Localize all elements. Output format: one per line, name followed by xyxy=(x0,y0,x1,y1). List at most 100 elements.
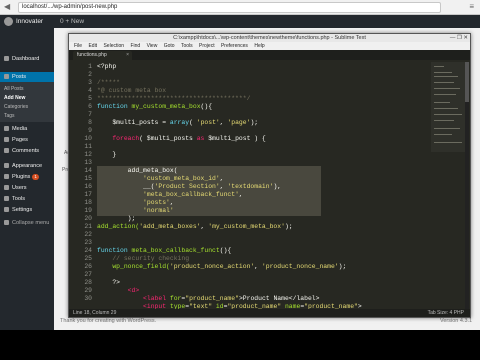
code-token: , xyxy=(238,191,243,198)
scrollbar-thumb[interactable] xyxy=(465,62,469,102)
minimap[interactable] xyxy=(431,62,465,152)
code-token: 'custom_meta_box_id' xyxy=(143,175,220,182)
media-icon xyxy=(4,126,9,132)
code-token: for xyxy=(169,295,182,302)
code-line: wp_nonce_field('product_nonce_action', '… xyxy=(97,262,346,272)
admin-bar-new-link[interactable]: 0 + New xyxy=(60,16,84,27)
code-token: <label xyxy=(97,295,170,302)
submenu-categories[interactable]: Categories xyxy=(4,103,28,111)
code-token: meta_box_callback_funct xyxy=(131,247,220,254)
close-icon[interactable]: × xyxy=(126,51,129,60)
collapse-menu-button[interactable]: Collapse menu xyxy=(0,218,54,229)
code-token: $multi_posts = xyxy=(97,119,170,126)
arrow-left-icon[interactable]: ◀ xyxy=(4,2,10,11)
minimap-line xyxy=(434,88,460,90)
sidebar-item-users[interactable]: Users xyxy=(0,183,54,194)
code-token: $multi_post ) { xyxy=(204,135,266,142)
window-controls[interactable]: — ❐ ✕ xyxy=(450,34,468,42)
code-token: wp_nonce_field( xyxy=(97,263,170,270)
code-token: ); xyxy=(338,263,347,270)
address-bar[interactable]: localhost/.../wp-admin/post-new.php xyxy=(18,2,441,13)
sidebar-item-label: Pages xyxy=(12,137,28,143)
code-token: 'post' xyxy=(196,119,220,126)
cursor-position: Line 18, Column 29 xyxy=(73,310,117,316)
sidebar-item-appearance[interactable]: Appearance xyxy=(0,161,54,172)
code-token: __( xyxy=(97,183,155,190)
submenu-tags[interactable]: Tags xyxy=(4,112,15,120)
code-token: function xyxy=(97,247,132,254)
submenu-add-new[interactable]: Add New xyxy=(4,94,25,102)
minimap-line xyxy=(434,82,454,84)
plug-icon xyxy=(4,174,9,180)
menu-tools[interactable]: Tools xyxy=(181,43,193,49)
minimap-line xyxy=(434,94,456,96)
code-token: (){ xyxy=(219,247,232,254)
page-icon xyxy=(4,137,9,143)
minimap-line xyxy=(434,142,462,144)
sidebar-item-label: Comments xyxy=(12,148,40,154)
line-number: 30 xyxy=(84,295,92,302)
menu-edit[interactable]: Edit xyxy=(88,43,97,49)
menu-icon[interactable]: ≡ xyxy=(469,2,474,11)
code-token: 'product_nonce_name' xyxy=(261,263,339,270)
sidebar-item-label: Collapse menu xyxy=(12,220,50,226)
menu-view[interactable]: View xyxy=(147,43,158,49)
minimap-line xyxy=(434,66,444,68)
code-editor[interactable]: <?php /***** *@ custom meta box ********… xyxy=(97,62,427,310)
sidebar-item-tools[interactable]: Tools xyxy=(0,194,54,205)
code-token: 'Product Section' xyxy=(154,183,220,190)
syntax-indicator[interactable]: Tab Size: 4 PHP xyxy=(428,309,464,317)
submenu-all-posts[interactable]: All Posts xyxy=(4,85,23,93)
dashboard-icon xyxy=(4,56,9,62)
wordpress-logo-icon[interactable] xyxy=(4,17,13,26)
sidebar-item-plugins[interactable]: Plugins 1 xyxy=(0,172,54,183)
wp-footer-text: Thank you for creating with WordPress. xyxy=(60,318,157,324)
code-token: ( $multi_posts xyxy=(139,135,197,142)
screen: ◀ localhost/.../wp-admin/post-new.php ≡ … xyxy=(0,0,480,360)
code-token: 'my_custom_meta_box' xyxy=(208,223,285,230)
brush-icon xyxy=(4,163,9,169)
code-token: 'meta_box_callback_funct' xyxy=(143,191,239,198)
sidebar-item-pages[interactable]: Pages xyxy=(0,135,54,146)
menu-find[interactable]: Find xyxy=(130,43,140,49)
code-token: ), xyxy=(273,183,282,190)
code-token: add_action( xyxy=(97,223,140,230)
code-token: >Product Name</label> xyxy=(238,295,320,302)
menu-goto[interactable]: Goto xyxy=(164,43,175,49)
letterbox-bar xyxy=(0,330,480,360)
minimap-line xyxy=(434,102,450,104)
code-token: "product_name" xyxy=(185,295,239,302)
menu-file[interactable]: File xyxy=(74,43,82,49)
vertical-scrollbar[interactable] xyxy=(465,62,469,309)
minimap-line xyxy=(434,134,452,136)
menu-selection[interactable]: Selection xyxy=(103,43,124,49)
sidebar-item-label: Users xyxy=(12,185,27,191)
sidebar-item-label: Settings xyxy=(12,207,33,213)
code-token: 'add_meta_boxes' xyxy=(139,223,201,230)
menu-preferences[interactable]: Preferences xyxy=(221,43,248,49)
sidebar-item-media[interactable]: Media xyxy=(0,124,54,135)
sidebar-item-dashboard[interactable]: Dashboard xyxy=(0,54,54,65)
minimap-line xyxy=(434,76,458,78)
window-title: C:\xampp\htdocs\...\wp-content\themes\ne… xyxy=(69,34,470,42)
code-token: ( xyxy=(189,119,197,126)
site-name-link[interactable]: Innovater xyxy=(16,16,43,27)
sidebar-item-settings[interactable]: Settings xyxy=(0,205,54,216)
comment-icon xyxy=(4,148,9,154)
sidebar-item-label: Posts xyxy=(12,74,26,80)
code-token: array xyxy=(169,119,190,126)
code-line: function my_custom_meta_box(){ xyxy=(97,102,212,112)
minimap-line xyxy=(434,128,460,130)
user-icon xyxy=(4,185,9,191)
tab-functions-php[interactable]: functions.php × xyxy=(73,51,132,60)
pin-icon xyxy=(4,74,9,80)
code-token: function xyxy=(97,103,132,110)
minimap-line xyxy=(434,114,462,116)
minimap-line xyxy=(434,72,452,74)
sidebar-item-comments[interactable]: Comments xyxy=(0,146,54,157)
wp-admin-sidebar: Dashboard Posts All Posts Add New Catego… xyxy=(0,28,54,330)
menu-help[interactable]: Help xyxy=(254,43,264,49)
code-token: ); xyxy=(250,119,259,126)
menu-project[interactable]: Project xyxy=(199,43,215,49)
